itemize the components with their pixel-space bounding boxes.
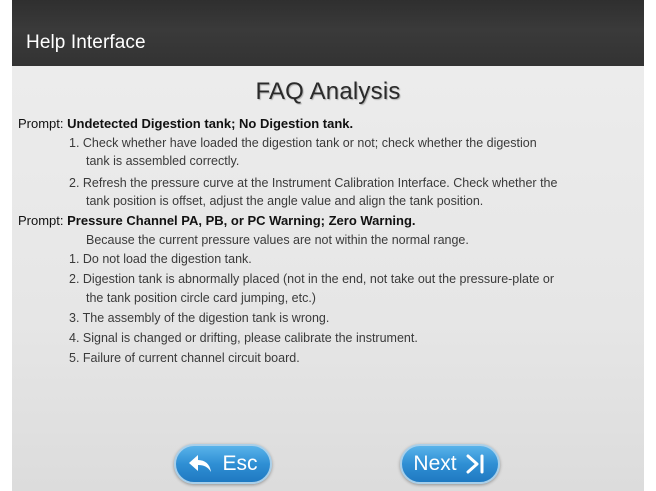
prompt-1-line: 2. Refresh the pressure curve at the Ins…: [69, 176, 558, 190]
prompt-2-heading: Prompt: Pressure Channel PA, PB, or PC W…: [18, 213, 416, 228]
next-button-label: Next: [413, 452, 457, 475]
prompt-2-line: 3. The assembly of the digestion tank is…: [69, 311, 330, 325]
prompt-2-line: the tank position circle card jumping, e…: [86, 291, 316, 305]
prompt-1-line: tank position is offset, adjust the angl…: [86, 194, 484, 208]
back-arrow-icon: [188, 454, 212, 474]
prompt-1-line: tank is assembled correctly.: [86, 154, 240, 168]
prompt-2-line: 1. Do not load the digestion tank.: [69, 252, 252, 266]
next-button[interactable]: Next: [400, 444, 500, 484]
help-window: Help Interface FAQ Analysis Prompt: Unde…: [12, 0, 644, 491]
title-bar: Help Interface: [12, 0, 644, 66]
prompt-2-title: Pressure Channel PA, PB, or PC Warning; …: [67, 213, 416, 228]
esc-button[interactable]: Esc: [174, 444, 272, 484]
prompt-2-line: Because the current pressure values are …: [86, 233, 469, 247]
content-panel: FAQ Analysis Prompt: Undetected Digestio…: [12, 66, 644, 491]
prompt-1-line: 1. Check whether have loaded the digesti…: [69, 136, 537, 150]
esc-button-label: Esc: [222, 452, 258, 475]
page-title: FAQ Analysis: [255, 78, 401, 105]
skip-next-icon: [465, 454, 487, 474]
prompt-1-title: Undetected Digestion tank; No Digestion …: [67, 116, 354, 131]
window-title: Help Interface: [26, 32, 146, 53]
prompt-2-line: 2. Digestion tank is abnormally placed (…: [69, 272, 555, 286]
prompt-2-line: 5. Failure of current channel circuit bo…: [69, 351, 300, 365]
prompt-1-prefix: Prompt:: [18, 116, 68, 131]
prompt-2-line: 4. Signal is changed or drifting, please…: [69, 331, 418, 345]
prompt-1-heading: Prompt: Undetected Digestion tank; No Di…: [18, 116, 353, 131]
prompt-2-prefix: Prompt:: [18, 213, 68, 228]
